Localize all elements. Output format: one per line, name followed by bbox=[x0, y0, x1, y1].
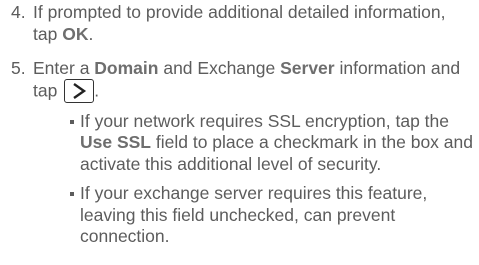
server-key-label: Server bbox=[280, 58, 335, 78]
step-text-end: . bbox=[88, 23, 94, 44]
chevron-right-icon bbox=[73, 82, 87, 99]
bullet-icon bbox=[70, 192, 74, 196]
bullet-text: If your exchange server requires this fe… bbox=[80, 183, 428, 246]
use-ssl-key-label: Use SSL bbox=[80, 132, 151, 152]
step-5-bullet-list: If your network requires SSL encryption,… bbox=[33, 111, 473, 248]
step-4: 4. If prompted to provide additional deta… bbox=[0, 2, 479, 45]
domain-key-label: Domain bbox=[94, 58, 159, 78]
step-5: 5. Enter a Domain and Exchange Server inf… bbox=[0, 58, 479, 248]
bullet-icon bbox=[70, 119, 74, 124]
step-number: 4. bbox=[11, 2, 26, 22]
step-number: 5. bbox=[11, 58, 26, 78]
step-text: and Exchange bbox=[158, 58, 281, 78]
ok-key-label: OK bbox=[62, 23, 89, 44]
list-item: If your exchange server requires this fe… bbox=[70, 183, 473, 248]
next-button-icon bbox=[64, 78, 95, 103]
instructions-page: 4. If prompted to provide additional deta… bbox=[0, 0, 479, 265]
list-item: If your network requires SSL encryption,… bbox=[70, 111, 473, 176]
step-text-end: . bbox=[94, 80, 100, 101]
bullet-text: If your network requires SSL encryption,… bbox=[80, 110, 449, 131]
step-text: If prompted to provide additional detail… bbox=[33, 2, 446, 44]
step-text: Enter a bbox=[33, 58, 95, 78]
